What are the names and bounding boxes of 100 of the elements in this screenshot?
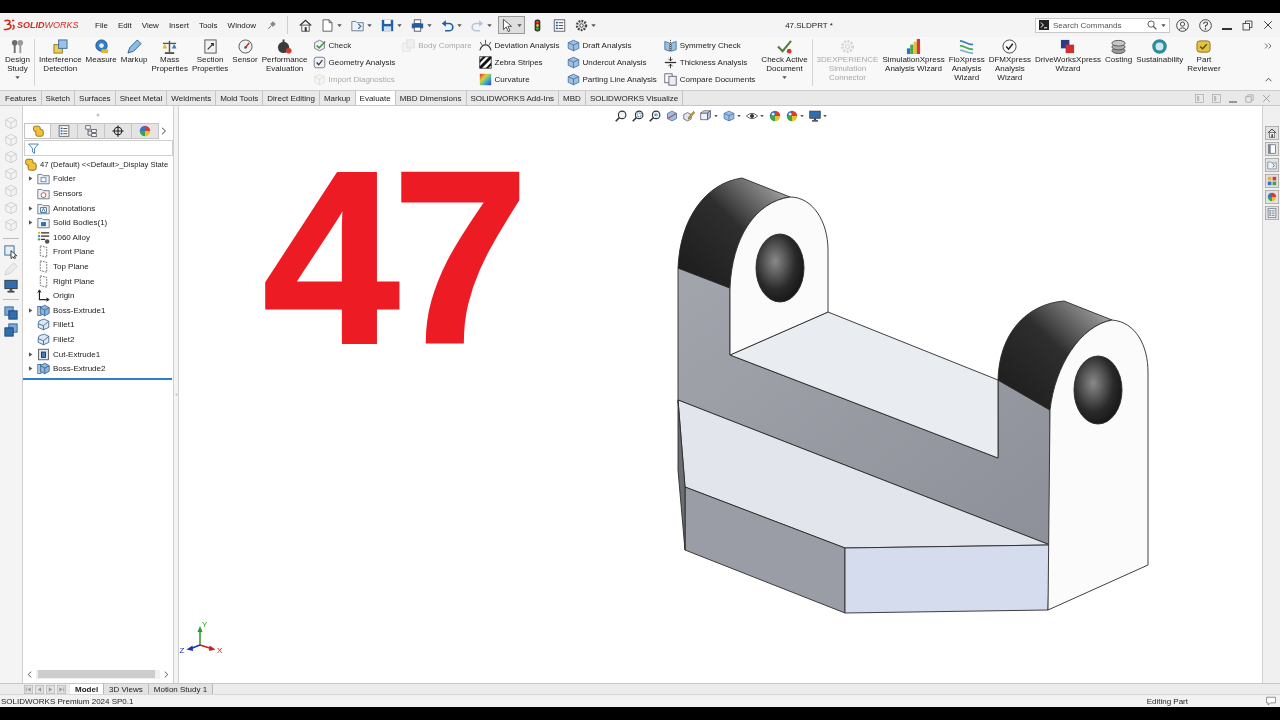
ribbon-command[interactable]: Performance Evaluation bbox=[259, 39, 310, 87]
ribbon-command[interactable]: Design Study bbox=[3, 39, 32, 87]
ribbon-command[interactable]: Parting Line Analysis bbox=[566, 73, 657, 86]
tab-scroll-button[interactable] bbox=[35, 684, 44, 694]
ribbon-command[interactable]: Part Reviewer bbox=[1185, 39, 1223, 87]
task-pane-tab[interactable] bbox=[1264, 190, 1279, 204]
toolbar-button[interactable] bbox=[498, 16, 526, 34]
ribbon-tab[interactable]: Direct Editing bbox=[263, 91, 320, 105]
tree-item[interactable]: Folder bbox=[23, 171, 76, 187]
search-box[interactable]: Search Commands bbox=[1035, 17, 1170, 33]
tree-item[interactable]: Top Plane bbox=[23, 259, 89, 274]
ribbon-tab[interactable]: Evaluate bbox=[355, 91, 396, 105]
ribbon-command[interactable]: Zebra Stripes bbox=[478, 56, 560, 69]
scrollbar-thumb[interactable] bbox=[38, 670, 155, 678]
tile-button[interactable] bbox=[1212, 93, 1221, 103]
ribbon-command[interactable]: DFMXpress Analysis Wizard bbox=[986, 39, 1033, 87]
search-button[interactable] bbox=[1147, 20, 1157, 30]
tree-item[interactable]: Cut-Extrude1 bbox=[23, 346, 101, 362]
minimize-icon bbox=[1229, 100, 1237, 103]
ribbon-tab[interactable]: SOLIDWORKS Add-Ins bbox=[466, 91, 560, 105]
ribbon-command[interactable]: Section Properties bbox=[189, 39, 231, 87]
ribbon-command[interactable]: Compare Documents bbox=[663, 73, 756, 86]
view-toolbar-button[interactable] bbox=[699, 110, 718, 122]
tab-scroll-button[interactable] bbox=[46, 684, 55, 694]
ribbon-command[interactable]: DriveWorksXpress Wizard bbox=[1032, 39, 1103, 87]
ribbon-command[interactable]: Check bbox=[312, 39, 396, 52]
ribbon-command[interactable]: Undercut Analysis bbox=[566, 56, 657, 69]
ribbon-tab[interactable]: Surfaces bbox=[75, 91, 116, 105]
menu-item[interactable]: File bbox=[90, 16, 113, 34]
ribbon-command[interactable]: Thickness Analysis bbox=[663, 56, 756, 69]
view-toolbar-button[interactable] bbox=[745, 110, 764, 122]
ribbon-tab[interactable]: MBD bbox=[559, 91, 586, 105]
tree-item[interactable]: Front Plane bbox=[23, 244, 95, 260]
ribbon-command[interactable]: FloXpress Analysis Wizard bbox=[946, 39, 987, 87]
side-toolbar-button[interactable] bbox=[4, 323, 18, 337]
ribbon-tab[interactable]: Weldments bbox=[167, 91, 217, 105]
ribbon-tab[interactable]: Markup bbox=[319, 91, 356, 105]
task-pane-tab[interactable] bbox=[1264, 174, 1279, 188]
view-toolbar-button[interactable] bbox=[648, 110, 661, 122]
ribbon-command[interactable]: Mass Properties bbox=[149, 39, 190, 87]
filter-field[interactable] bbox=[24, 140, 173, 156]
ribbon-tab[interactable]: Sheet Metal bbox=[115, 91, 168, 105]
account-button[interactable] bbox=[1176, 18, 1189, 32]
tree-item[interactable]: Boss-Extrude2 bbox=[23, 361, 106, 376]
view-toolbar-button[interactable] bbox=[808, 110, 827, 122]
side-toolbar-button[interactable] bbox=[4, 306, 18, 320]
side-toolbar-button[interactable] bbox=[4, 279, 18, 293]
ribbon-command[interactable]: Curvature bbox=[478, 73, 560, 86]
view-toolbar-button[interactable] bbox=[614, 110, 627, 122]
tile-button[interactable] bbox=[1195, 93, 1204, 103]
ribbon-command[interactable]: Deviation Analysis bbox=[478, 39, 560, 52]
ribbon-command[interactable]: Symmetry Check bbox=[663, 39, 756, 52]
tree-item[interactable]: Fillet2 bbox=[23, 332, 75, 347]
restore-button[interactable] bbox=[1242, 19, 1253, 31]
tree-item[interactable]: Sensors bbox=[23, 186, 83, 201]
ribbon-tab[interactable]: SOLIDWORKS Visualize bbox=[585, 91, 684, 105]
undo-icon bbox=[441, 18, 455, 32]
menu-item[interactable]: View bbox=[136, 16, 164, 34]
menu-item[interactable]: Window bbox=[222, 16, 262, 34]
collapse-ribbon-button[interactable] bbox=[1264, 76, 1272, 83]
rollback-bar[interactable] bbox=[23, 377, 172, 380]
help-button[interactable] bbox=[1199, 18, 1212, 32]
scrollbar-track[interactable] bbox=[36, 669, 160, 679]
scroll-right-button[interactable] bbox=[163, 670, 170, 678]
scroll-left-button[interactable] bbox=[26, 670, 33, 678]
tree-item[interactable]: Solid Bodies(1) bbox=[23, 215, 108, 230]
task-pane-tab[interactable] bbox=[1264, 126, 1279, 140]
close-button[interactable] bbox=[1263, 20, 1273, 30]
view-toolbar-button[interactable] bbox=[631, 110, 644, 122]
ribbon-command[interactable]: Geometry Analysis bbox=[312, 56, 396, 69]
search-options-button[interactable] bbox=[1161, 22, 1166, 28]
tree-item[interactable]: 1060 Alloy bbox=[23, 229, 90, 245]
redo-icon bbox=[471, 18, 485, 32]
list-icon bbox=[58, 125, 70, 137]
ribbon-command[interactable]: SimulationXpress Analysis Wizard bbox=[880, 39, 947, 87]
side-toolbar-button[interactable] bbox=[4, 245, 18, 259]
tree-item[interactable]: Fillet1 bbox=[23, 317, 75, 333]
ribbon-tab[interactable]: Features bbox=[0, 91, 42, 105]
ribbon-command[interactable]: Measure bbox=[83, 39, 119, 87]
tree-item[interactable]: Annotations bbox=[23, 200, 96, 216]
ribbon-command[interactable]: Interference Detection bbox=[36, 39, 84, 87]
panel-tab[interactable] bbox=[105, 123, 132, 139]
panel-tab[interactable] bbox=[78, 123, 105, 139]
menu-item[interactable]: Edit bbox=[112, 16, 137, 34]
tree-item[interactable]: Right Plane bbox=[23, 273, 95, 289]
ribbon-command[interactable]: Costing bbox=[1103, 39, 1135, 87]
ribbon-tab[interactable]: Mold Tools bbox=[216, 91, 264, 105]
tree-item[interactable]: Boss-Extrude1 bbox=[23, 302, 106, 318]
ribbon-command[interactable]: Sensor bbox=[230, 39, 260, 87]
menu-item[interactable]: Insert bbox=[163, 16, 194, 34]
more-commands-button[interactable] bbox=[1264, 42, 1272, 50]
ribbon-tab[interactable]: Sketch bbox=[41, 91, 76, 105]
tree-item[interactable]: Origin bbox=[23, 288, 75, 303]
ribbon-command[interactable]: Draft Analysis bbox=[566, 39, 657, 52]
search-field[interactable]: Search Commands bbox=[1053, 19, 1143, 31]
ribbon-command[interactable]: Markup bbox=[118, 39, 150, 87]
ribbon-command[interactable]: Sustainability bbox=[1134, 39, 1186, 87]
ribbon-command[interactable]: Check Active Document bbox=[759, 39, 810, 87]
menu-item[interactable]: Tools bbox=[193, 16, 223, 34]
ribbon-tab[interactable]: MBD Dimensions bbox=[395, 91, 467, 105]
